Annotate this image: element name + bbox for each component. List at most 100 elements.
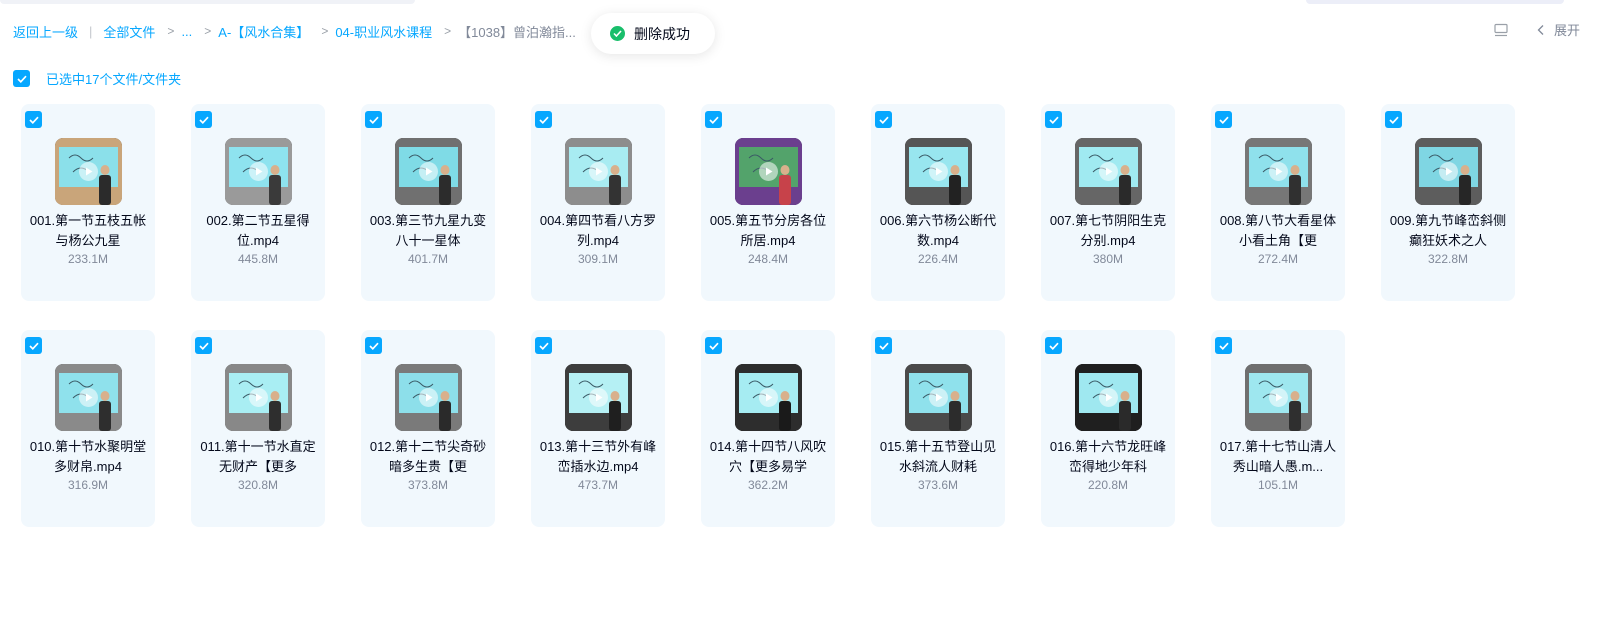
file-size: 322.8M — [1427, 252, 1469, 266]
chevron-right-icon: > — [167, 24, 175, 38]
video-thumbnail[interactable] — [1245, 364, 1312, 431]
video-thumbnail[interactable] — [905, 138, 972, 205]
video-thumbnail[interactable] — [395, 138, 462, 205]
breadcrumb: 返回上一级 | 全部文件 > ... > A-【风水合集】 > 04-职业风水课… — [13, 21, 576, 41]
file-name: 013.第十三节外有峰峦插水边.mp4 — [539, 439, 657, 474]
video-thumbnail[interactable] — [225, 364, 292, 431]
play-icon — [929, 388, 948, 407]
breadcrumb-folder-course[interactable]: 04-职业风水课程 — [335, 22, 432, 41]
file-size: 226.4M — [917, 252, 959, 266]
file-name: 015.第十五节登山见水斜流人财耗 — [879, 439, 997, 474]
breadcrumb-all-files[interactable]: 全部文件 — [103, 22, 155, 41]
play-icon — [759, 162, 778, 181]
right-toolbar: 展开 — [1494, 20, 1580, 39]
file-checkbox[interactable] — [25, 111, 42, 128]
file-name: 006.第六节杨公断代数.mp4 — [879, 213, 997, 248]
file-checkbox[interactable] — [1215, 337, 1232, 354]
file-name: 011.第十一节水直定无财产【更多 — [200, 439, 316, 474]
file-card[interactable]: 006.第六节杨公断代数.mp4 226.4M — [871, 104, 1005, 301]
file-checkbox[interactable] — [705, 337, 722, 354]
play-icon — [419, 162, 438, 181]
file-name: 002.第二节五星得位.mp4 — [206, 213, 310, 248]
file-card[interactable]: 003.第三节九星九变八十一星体 401.7M — [361, 104, 495, 301]
file-size: 362.2M — [747, 478, 789, 492]
chevron-right-icon: > — [204, 24, 212, 38]
file-card[interactable]: 013.第十三节外有峰峦插水边.mp4 473.7M — [531, 330, 665, 527]
file-checkbox[interactable] — [1385, 111, 1402, 128]
list-view-icon[interactable] — [1494, 23, 1508, 37]
file-card[interactable]: 002.第二节五星得位.mp4 445.8M — [191, 104, 325, 301]
play-icon — [249, 162, 268, 181]
file-card[interactable]: 012.第十二节尖奇砂暗多生贵【更 373.8M — [361, 330, 495, 527]
top-bar-right — [1306, 0, 1564, 4]
video-thumbnail[interactable] — [55, 364, 122, 431]
video-thumbnail[interactable] — [1245, 138, 1312, 205]
selection-count: 已选中17个文件/文件夹 — [46, 72, 182, 87]
video-thumbnail[interactable] — [1075, 138, 1142, 205]
file-name: 009.第九节峰峦斜侧癫狂妖术之人 — [1389, 213, 1507, 248]
toast-text: 删除成功 — [634, 25, 690, 42]
video-thumbnail[interactable] — [735, 364, 802, 431]
file-name: 012.第十二节尖奇砂暗多生贵【更 — [369, 439, 487, 474]
video-thumbnail[interactable] — [565, 364, 632, 431]
file-name: 008.第八节大看星体小看土角【更 — [1219, 213, 1337, 248]
file-checkbox[interactable] — [1045, 111, 1062, 128]
video-thumbnail[interactable] — [225, 138, 292, 205]
file-card[interactable]: 014.第十四节八风吹穴【更多易学 362.2M — [701, 330, 835, 527]
file-card[interactable]: 008.第八节大看星体小看土角【更 272.4M — [1211, 104, 1345, 301]
file-checkbox[interactable] — [1215, 111, 1232, 128]
file-checkbox[interactable] — [705, 111, 722, 128]
file-size: 220.8M — [1087, 478, 1129, 492]
breadcrumb-ellipsis[interactable]: ... — [181, 24, 192, 39]
play-icon — [759, 388, 778, 407]
file-card[interactable]: 011.第十一节水直定无财产【更多 320.8M — [191, 330, 325, 527]
file-card[interactable]: 001.第一节五枝五帐与杨公九星 233.1M — [21, 104, 155, 301]
breadcrumb-folder-fengshui[interactable]: A-【风水合集】 — [218, 22, 309, 41]
file-grid: 001.第一节五枝五帐与杨公九星 233.1M 002.第二节五星得位.mp4 … — [21, 104, 1581, 527]
file-checkbox[interactable] — [535, 337, 552, 354]
file-checkbox[interactable] — [365, 111, 382, 128]
video-thumbnail[interactable] — [55, 138, 122, 205]
file-checkbox[interactable] — [535, 111, 552, 128]
file-size: 309.1M — [577, 252, 619, 266]
file-card[interactable]: 004.第四节看八方罗列.mp4 309.1M — [531, 104, 665, 301]
play-icon — [1099, 388, 1118, 407]
video-thumbnail[interactable] — [1415, 138, 1482, 205]
divider: | — [89, 23, 93, 39]
file-name: 007.第七节阴阳生克分别.mp4 — [1049, 213, 1167, 248]
file-card[interactable]: 016.第十六节龙旺峰峦得地少年科 220.8M — [1041, 330, 1175, 527]
expand-button[interactable]: 展开 — [1554, 20, 1580, 39]
file-checkbox[interactable] — [195, 337, 212, 354]
file-checkbox[interactable] — [365, 337, 382, 354]
select-all-checkbox[interactable] — [13, 70, 30, 87]
video-thumbnail[interactable] — [735, 138, 802, 205]
file-name: 005.第五节分房各位所居.mp4 — [709, 213, 827, 248]
file-card[interactable]: 010.第十节水聚明堂多财帛.mp4 316.9M — [21, 330, 155, 527]
file-size: 373.8M — [407, 478, 449, 492]
file-card[interactable]: 007.第七节阴阳生克分别.mp4 380M — [1041, 104, 1175, 301]
chevron-right-icon: > — [321, 24, 329, 38]
breadcrumb-current: 【1038】曾泊瀚指... — [458, 24, 576, 40]
file-name: 014.第十四节八风吹穴【更多易学 — [709, 439, 827, 474]
file-checkbox[interactable] — [1045, 337, 1062, 354]
chevron-left-icon[interactable] — [1536, 24, 1546, 36]
file-checkbox[interactable] — [195, 111, 212, 128]
file-card[interactable]: 009.第九节峰峦斜侧癫狂妖术之人 322.8M — [1381, 104, 1515, 301]
file-checkbox[interactable] — [875, 337, 892, 354]
file-card[interactable]: 017.第十七节山清人秀山暗人愚.m... 105.1M — [1211, 330, 1345, 527]
back-link[interactable]: 返回上一级 — [13, 22, 78, 41]
play-icon — [1099, 162, 1118, 181]
play-icon — [589, 162, 608, 181]
video-thumbnail[interactable] — [905, 364, 972, 431]
video-thumbnail[interactable] — [1075, 364, 1142, 431]
file-checkbox[interactable] — [25, 337, 42, 354]
video-thumbnail[interactable] — [565, 138, 632, 205]
video-thumbnail[interactable] — [395, 364, 462, 431]
file-name: 004.第四节看八方罗列.mp4 — [539, 213, 657, 248]
top-bar-left — [0, 0, 415, 4]
file-size: 272.4M — [1257, 252, 1299, 266]
file-card[interactable]: 015.第十五节登山见水斜流人财耗 373.6M — [871, 330, 1005, 527]
file-name: 016.第十六节龙旺峰峦得地少年科 — [1049, 439, 1167, 474]
file-card[interactable]: 005.第五节分房各位所居.mp4 248.4M — [701, 104, 835, 301]
file-checkbox[interactable] — [875, 111, 892, 128]
